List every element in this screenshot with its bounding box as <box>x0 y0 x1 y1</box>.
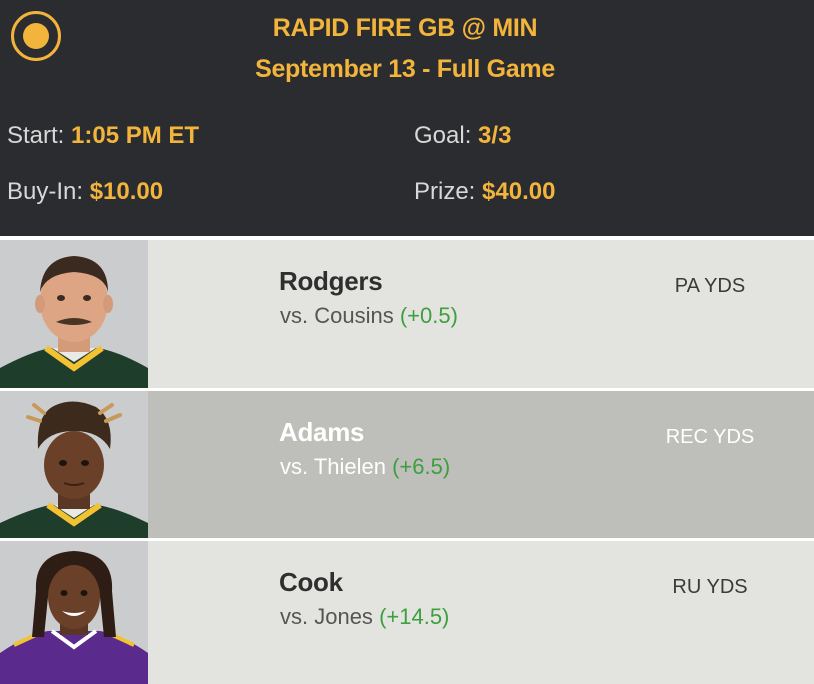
goal-info: Goal: 3/3 <box>414 122 511 150</box>
player-row-rodgers[interactable]: Rodgers vs. Cousins (+0.5) PA YDS <box>0 240 814 388</box>
start-label: Start: <box>7 122 65 149</box>
contest-card: RAPID FIRE GB @ MIN September 13 - Full … <box>0 0 814 684</box>
player-name: Cook <box>279 567 343 597</box>
prize-label: Prize: <box>414 178 476 205</box>
prize-info: Prize: $40.00 <box>414 178 555 206</box>
opponent-text: vs. Cousins <box>280 303 394 328</box>
opponent-text: vs. Thielen <box>280 454 386 479</box>
stat-type: RU YDS <box>672 576 748 598</box>
prize-value: $40.00 <box>482 178 556 205</box>
player-matchup: vs. Jones (+14.5) <box>280 604 449 630</box>
contest-subtitle: September 13 - Full Game <box>255 55 555 83</box>
spread-value: (+14.5) <box>379 604 450 629</box>
goal-value: 3/3 <box>478 122 512 149</box>
start-info: Start: 1:05 PM ET <box>7 122 199 150</box>
player-photo-rodgers <box>0 240 148 388</box>
player-photo-adams <box>0 391 148 539</box>
player-photo-cook <box>0 541 148 684</box>
stat-type: REC YDS <box>665 426 755 448</box>
player-name: Adams <box>279 417 365 447</box>
buyin-label: Buy-In: <box>7 178 84 205</box>
player-name: Rodgers <box>279 266 383 296</box>
player-row-adams[interactable]: Adams vs. Thielen (+6.5) REC YDS <box>0 391 814 539</box>
start-value: 1:05 PM ET <box>71 122 200 149</box>
spread-value: (+0.5) <box>399 303 458 328</box>
buyin-info: Buy-In: $10.00 <box>7 178 163 206</box>
spread-value: (+6.5) <box>392 454 451 479</box>
player-matchup: vs. Cousins (+0.5) <box>280 303 458 329</box>
player-row-cook[interactable]: Cook vs. Jones (+14.5) RU YDS <box>0 541 814 684</box>
contest-title: RAPID FIRE GB @ MIN <box>272 14 538 42</box>
opponent-text: vs. Jones <box>280 604 373 629</box>
goal-label: Goal: <box>414 122 472 149</box>
stat-type: PA YDS <box>674 275 746 297</box>
contest-header: RAPID FIRE GB @ MIN September 13 - Full … <box>0 0 814 236</box>
player-matchup: vs. Thielen (+6.5) <box>280 454 450 480</box>
buyin-value: $10.00 <box>89 178 164 205</box>
